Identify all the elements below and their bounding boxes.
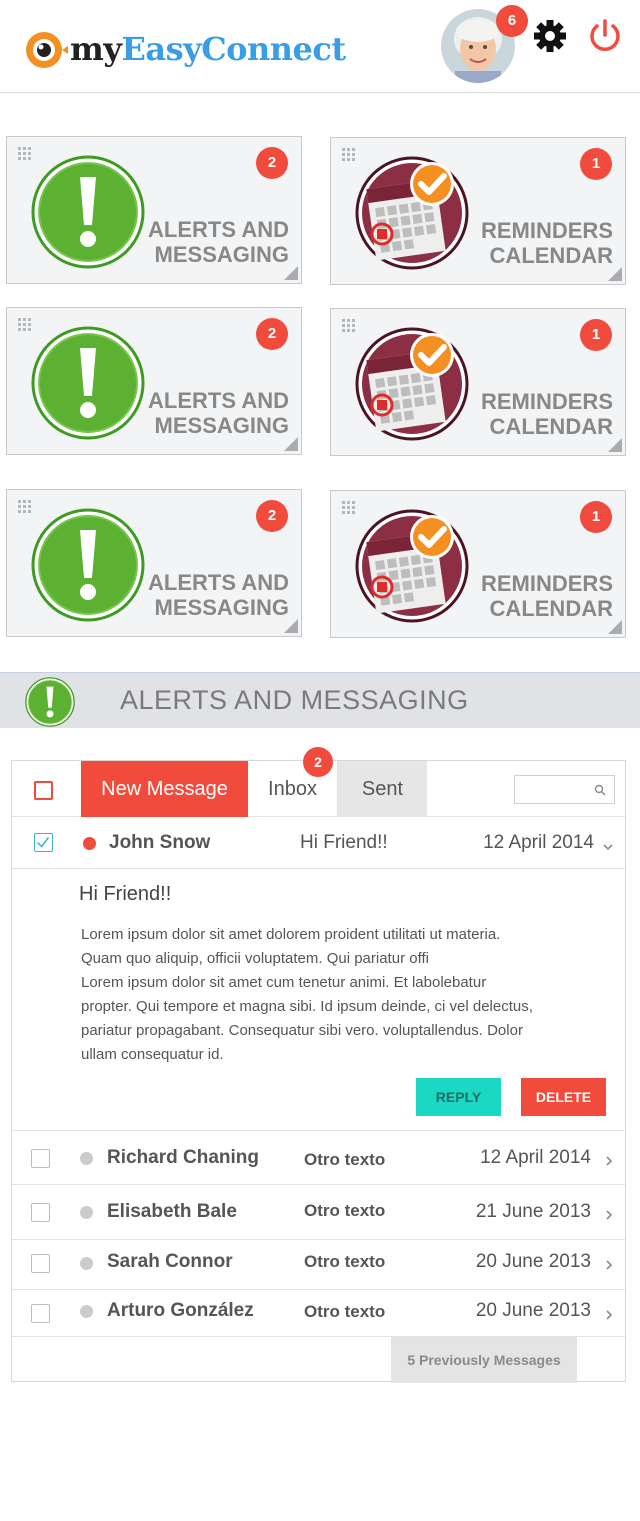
- message-title: Hi Friend!!: [79, 883, 172, 905]
- reply-button[interactable]: REPLY: [416, 1078, 501, 1116]
- resize-corner-icon[interactable]: [284, 619, 298, 633]
- drag-handle-icon[interactable]: [342, 501, 356, 515]
- select-all-checkbox[interactable]: [34, 781, 53, 800]
- tile-alerts-messaging[interactable]: 2 ALERTS AND MESSAGING: [6, 489, 302, 637]
- tile-badge: 1: [580, 501, 612, 533]
- alert-icon: [25, 677, 75, 727]
- message-subject: Otro texto: [304, 1302, 386, 1321]
- delete-button[interactable]: DELETE: [521, 1078, 606, 1116]
- top-header: myEasyConnect 6: [0, 0, 640, 93]
- chevron-right-icon[interactable]: [604, 1310, 614, 1320]
- message-date: 12 April 2014: [483, 832, 594, 853]
- drag-handle-icon[interactable]: [18, 147, 32, 161]
- tile-badge: 2: [256, 147, 288, 179]
- logo-suffix: EasyConnect: [121, 30, 346, 68]
- message-body-line: Quam quo aliquip, officii voluptatem. Qu…: [81, 950, 429, 967]
- message-date: 21 June 2013: [475, 1201, 591, 1222]
- tile-badge: 2: [256, 500, 288, 532]
- message-subject: Hi Friend!!: [300, 832, 388, 853]
- logo-prefix: my: [70, 30, 122, 68]
- tile-badge: 2: [256, 318, 288, 350]
- message-body-line: Lorem ipsum dolor sit amet cum tenetur a…: [81, 974, 487, 991]
- message-checkbox[interactable]: [31, 1304, 50, 1323]
- message-sender: Arturo González: [107, 1300, 254, 1321]
- tile-badge: 1: [580, 148, 612, 180]
- inbox-count-badge: 2: [303, 747, 333, 777]
- read-dot: [80, 1257, 93, 1270]
- tile-reminders-calendar[interactable]: 1 REMINDERS CALENDAR: [330, 137, 626, 285]
- logo-eye-icon: [26, 32, 68, 68]
- tile-reminders-calendar[interactable]: 1 REMINDERS CALENDAR: [330, 308, 626, 456]
- tile-label: ALERTS AND MESSAGING: [148, 388, 289, 438]
- chevron-right-icon[interactable]: [604, 1260, 614, 1270]
- message-row-open[interactable]: John Snow Hi Friend!! 12 April 2014: [12, 817, 625, 869]
- resize-corner-icon[interactable]: [284, 437, 298, 451]
- read-dot: [80, 1305, 93, 1318]
- read-dot: [80, 1206, 93, 1219]
- message-row[interactable]: Elisabeth Bale Otro texto 21 June 2013: [12, 1185, 625, 1240]
- tile-reminders-calendar[interactable]: 1 REMINDERS CALENDAR: [330, 490, 626, 638]
- tile-label: ALERTS AND MESSAGING: [148, 217, 289, 267]
- logo-text: myEasyConnect: [70, 30, 346, 68]
- resize-corner-icon[interactable]: [284, 266, 298, 280]
- message-body-line: pariatur propagabant. Consequatur sibi v…: [81, 1022, 523, 1039]
- message-body-line: propter. Qui tempore et magna sibi. Id i…: [81, 998, 533, 1015]
- message-checkbox[interactable]: [31, 1254, 50, 1273]
- message-sender: Elisabeth Bale: [107, 1201, 237, 1222]
- message-body-line: Lorem ipsum dolor sit amet dolorem proid…: [81, 926, 501, 943]
- message-date: 12 April 2014: [480, 1147, 591, 1168]
- message-sender: Sarah Connor: [107, 1251, 233, 1272]
- message-sender: Richard Chaning: [107, 1147, 260, 1168]
- message-row[interactable]: Sarah Connor Otro texto 20 June 2013: [12, 1240, 625, 1290]
- check-icon: [35, 834, 51, 850]
- tab-sent[interactable]: Sent: [338, 761, 427, 817]
- tile-label: REMINDERS CALENDAR: [480, 218, 613, 268]
- new-message-button[interactable]: New Message: [81, 761, 248, 817]
- message-checkbox[interactable]: [31, 1149, 50, 1168]
- message-checkbox[interactable]: [31, 1203, 50, 1222]
- drag-handle-icon[interactable]: [342, 319, 356, 333]
- drag-handle-icon[interactable]: [18, 500, 32, 514]
- message-date: 20 June 2013: [475, 1251, 591, 1272]
- message-subject: Otro texto: [304, 1252, 386, 1271]
- message-row[interactable]: Richard Chaning Otro texto 12 April 2014: [12, 1130, 625, 1185]
- tile-alerts-messaging[interactable]: 2 ALERTS AND MESSAGING: [6, 307, 302, 455]
- section-title: ALERTS AND MESSAGING: [120, 685, 469, 715]
- tile-label: REMINDERS CALENDAR: [480, 571, 613, 621]
- notification-badge[interactable]: 6: [496, 5, 528, 37]
- gear-icon[interactable]: [532, 18, 568, 54]
- message-sender: John Snow: [109, 832, 211, 853]
- resize-corner-icon[interactable]: [608, 438, 622, 452]
- power-icon[interactable]: [588, 18, 622, 54]
- drag-handle-icon[interactable]: [342, 148, 356, 162]
- message-checkbox[interactable]: [34, 833, 53, 852]
- section-header: ALERTS AND MESSAGING: [0, 672, 640, 728]
- read-dot: [80, 1152, 93, 1165]
- search-input[interactable]: [514, 775, 615, 804]
- unread-dot: [83, 837, 96, 850]
- message-row[interactable]: Arturo González Otro texto 20 June 2013: [12, 1290, 625, 1337]
- app-logo[interactable]: myEasyConnect: [22, 26, 346, 72]
- search-icon[interactable]: [594, 784, 606, 796]
- tile-badge: 1: [580, 319, 612, 351]
- message-subject: Otro texto: [304, 1201, 386, 1220]
- messaging-panel: New Message Inbox Sent 2 John Snow Hi Fr…: [11, 747, 626, 1383]
- message-body-line: ullam consequatur id.: [81, 1046, 224, 1063]
- chevron-right-icon[interactable]: [604, 1210, 614, 1220]
- message-subject: Otro texto: [304, 1150, 386, 1169]
- tile-label: REMINDERS CALENDAR: [480, 389, 613, 439]
- tile-label: ALERTS AND MESSAGING: [148, 570, 289, 620]
- chevron-right-icon[interactable]: [604, 1156, 614, 1166]
- chevron-down-icon[interactable]: [603, 842, 613, 852]
- resize-corner-icon[interactable]: [608, 267, 622, 281]
- message-body: Lorem ipsum dolor sit amet dolorem proid…: [81, 923, 571, 1067]
- tile-alerts-messaging[interactable]: 2 ALERTS AND MESSAGING: [6, 136, 302, 284]
- message-date: 20 June 2013: [475, 1300, 591, 1321]
- previous-messages-button[interactable]: 5 Previously Messages: [391, 1337, 577, 1383]
- resize-corner-icon[interactable]: [608, 620, 622, 634]
- drag-handle-icon[interactable]: [18, 318, 32, 332]
